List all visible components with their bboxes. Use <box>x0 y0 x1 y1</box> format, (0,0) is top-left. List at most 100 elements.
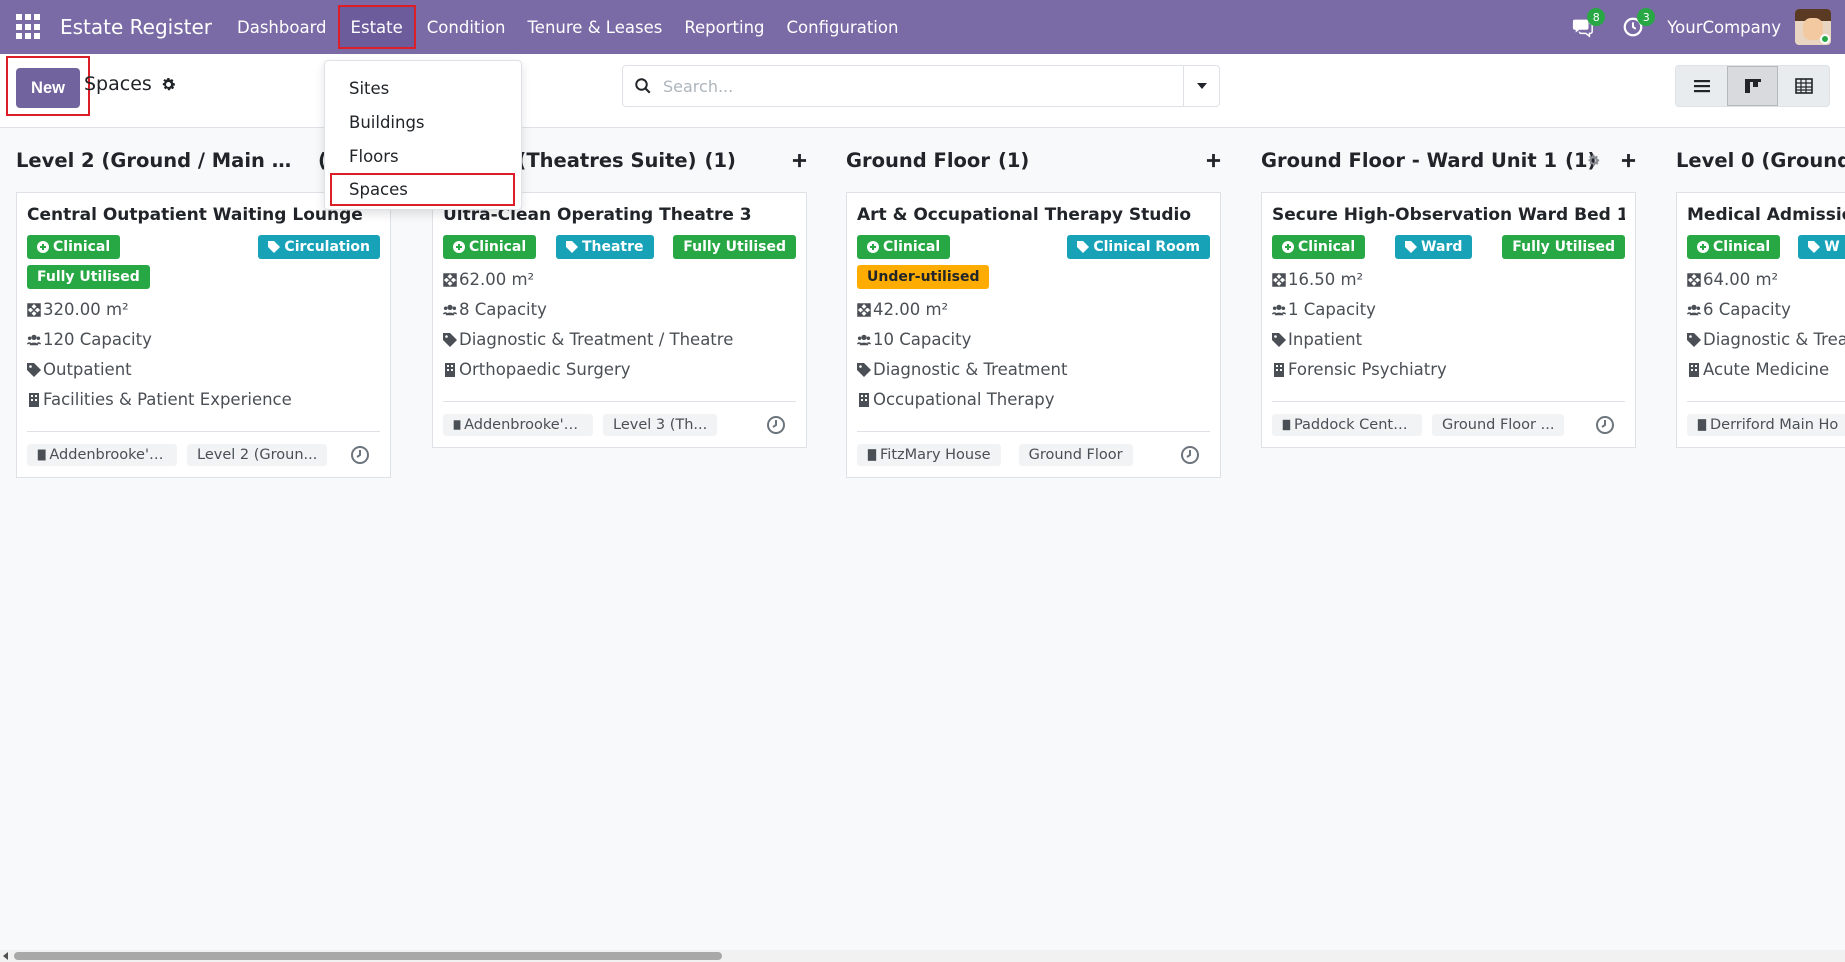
column-title: Level 0 (Ground F <box>1676 148 1845 172</box>
kanban-card[interactable]: Art & Occupational Therapy Studio Clinic… <box>846 192 1221 478</box>
gear-icon[interactable] <box>1586 153 1601 168</box>
company-switcher[interactable]: YourCompany <box>1667 18 1781 37</box>
category-field: Diagnostic & Treatment <box>857 360 1210 379</box>
tag-label: Ward <box>1421 239 1463 255</box>
search-input[interactable] <box>663 76 1183 96</box>
kanban-view-button[interactable] <box>1727 66 1778 106</box>
activity-clock-icon[interactable] <box>1595 415 1615 435</box>
building-icon <box>453 419 461 430</box>
tag-label: Circulation <box>284 239 370 255</box>
tag-label: Clinical <box>53 239 111 255</box>
category-field: Outpatient <box>27 360 380 379</box>
site-pill: Derriford Main Ho <box>1687 413 1845 436</box>
plus-icon[interactable] <box>1206 153 1221 168</box>
column-header[interactable]: Ground Floor (1) <box>846 128 1221 192</box>
horizontal-scrollbar[interactable] <box>0 950 1845 962</box>
kanban-card[interactable]: Medical Admission Clinical W 64.00 m² 6 … <box>1676 192 1845 448</box>
column-title: Ground Floor <box>846 148 990 172</box>
kanban-card[interactable]: Ultra-Clean Operating Theatre 3 Clinical… <box>432 192 807 448</box>
activity-clock-icon[interactable] <box>766 415 786 435</box>
pivot-view-button[interactable] <box>1778 66 1829 106</box>
apps-menu-icon[interactable] <box>16 14 42 40</box>
search-bar <box>622 65 1220 107</box>
menu-dashboard[interactable]: Dashboard <box>226 5 338 49</box>
department-value: Facilities & Patient Experience <box>43 390 292 409</box>
category-field: Diagnostic & Treatment / Theatre <box>443 330 796 349</box>
search-options-toggle[interactable] <box>1183 66 1219 106</box>
column-header[interactable]: Level 0 (Ground F <box>1676 128 1845 192</box>
capacity-field: 8 Capacity <box>443 300 796 319</box>
activity-clock-icon[interactable] <box>1180 445 1200 465</box>
menu-item-floors[interactable]: Floors <box>325 139 521 173</box>
floor-pill: Ground Floor ... <box>1432 413 1565 436</box>
tag-badge: Clinical <box>857 235 951 259</box>
area-field: 62.00 m² <box>443 270 796 289</box>
tag-badge: Clinical <box>1687 235 1781 259</box>
site-value: Paddock Centre ... <box>1293 416 1412 433</box>
user-avatar[interactable] <box>1795 9 1831 45</box>
app-title[interactable]: Estate Register <box>60 15 212 39</box>
tag-icon <box>565 241 578 253</box>
new-button[interactable]: New <box>16 68 80 108</box>
column-header[interactable]: Ground Floor - Ward Unit 1 (1) <box>1261 128 1636 192</box>
site-value: Derriford Main Ho <box>1710 416 1839 433</box>
floor-value: Level 2 (Groun... <box>197 446 318 463</box>
menu-estate[interactable]: Estate <box>337 5 416 49</box>
plus-circle-icon <box>1697 241 1709 253</box>
status-badge: Fully Utilised <box>1502 235 1625 259</box>
list-view-button[interactable] <box>1676 66 1727 106</box>
department-field: Facilities & Patient Experience <box>27 390 380 409</box>
area-value: 42.00 m² <box>873 300 949 319</box>
tag-icon <box>1808 241 1821 253</box>
column-count: (1) <box>997 148 1030 172</box>
tag-badge: Theatre <box>555 235 654 259</box>
building-icon <box>859 392 869 407</box>
users-icon <box>1272 304 1286 315</box>
scroll-left-arrow-icon[interactable] <box>3 952 8 960</box>
menu-configuration[interactable]: Configuration <box>776 5 910 49</box>
expand-arrows-icon <box>1272 272 1286 287</box>
capacity-field: 6 Capacity <box>1687 300 1845 319</box>
scrollbar-thumb[interactable] <box>14 952 722 960</box>
menu-item-sites[interactable]: Sites <box>325 71 521 105</box>
area-value: 320.00 m² <box>43 300 129 319</box>
floor-value: Ground Floor ... <box>1442 416 1555 433</box>
plus-icon[interactable] <box>1621 153 1636 168</box>
capacity-value: 8 Capacity <box>459 300 547 319</box>
area-field: 16.50 m² <box>1272 270 1625 289</box>
control-panel: New Spaces <box>0 54 1845 128</box>
menu-reporting[interactable]: Reporting <box>673 5 775 49</box>
area-field: 64.00 m² <box>1687 270 1845 289</box>
gear-icon[interactable] <box>160 76 177 93</box>
users-icon <box>27 334 41 345</box>
space-name: Secure High-Observation Ward Bed 101 <box>1272 205 1625 225</box>
tag-badge: W <box>1798 235 1845 259</box>
category-field: Diagnostic & Trea <box>1687 330 1845 349</box>
activities-button[interactable]: 3 <box>1617 8 1656 43</box>
category-value: Diagnostic & Treatment <box>873 360 1068 379</box>
menu-condition[interactable]: Condition <box>416 5 517 49</box>
category-field: Inpatient <box>1272 330 1625 349</box>
tag-badge: Clinical Room <box>1067 235 1210 259</box>
kanban-card[interactable]: Secure High-Observation Ward Bed 101 Cli… <box>1261 192 1636 448</box>
area-value: 64.00 m² <box>1703 270 1779 289</box>
plus-icon[interactable] <box>792 153 807 168</box>
menu-tenure-leases[interactable]: Tenure & Leases <box>517 5 674 49</box>
kanban-card[interactable]: Central Outpatient Waiting Lounge Clinic… <box>16 192 391 478</box>
expand-arrows-icon <box>1687 272 1701 287</box>
tag-label: W <box>1824 239 1840 255</box>
area-value: 16.50 m² <box>1288 270 1364 289</box>
messages-button[interactable]: 8 <box>1567 8 1606 43</box>
capacity-field: 10 Capacity <box>857 330 1210 349</box>
menu-item-buildings[interactable]: Buildings <box>325 105 521 139</box>
capacity-value: 10 Capacity <box>873 330 972 349</box>
tag-badge: Clinical <box>27 235 121 259</box>
plus-circle-icon <box>453 241 465 253</box>
space-name: Medical Admission <box>1687 205 1845 225</box>
tag-badge: Ward <box>1395 235 1473 259</box>
activity-clock-icon[interactable] <box>350 445 370 465</box>
building-icon <box>29 392 39 407</box>
menu-item-spaces[interactable]: Spaces <box>330 173 515 206</box>
building-icon <box>867 448 877 461</box>
kanban-board: Level 2 (Ground / Main Co... (1) Central… <box>0 128 1845 948</box>
